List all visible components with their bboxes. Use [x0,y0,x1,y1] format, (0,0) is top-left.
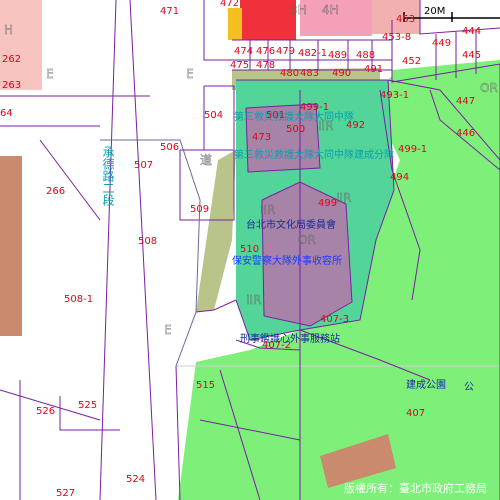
lot-510: 510 [240,244,259,255]
lot-263: 263 [2,80,21,91]
lot-483: 483 [300,68,319,79]
zone-4h: 4H [322,3,339,17]
lot-476: 476 [256,46,275,57]
lot-504: 504 [204,110,223,121]
lot-446: 446 [456,128,475,139]
label-police-corps: 保安警察大隊外事收容所 [232,254,342,267]
lot-453-8: 453-8 [382,32,411,43]
olive-zone-left [196,150,236,312]
lot-453: 453 [396,14,415,25]
lot-407-3: 407-3 [320,314,349,325]
lot-509: 509 [190,204,209,215]
lot-500: 500 [286,124,305,135]
lot-473: 473 [252,132,271,143]
zone-3h: 3H [290,3,307,17]
label-culture-committee: 台北市文化局委員會 [246,218,336,231]
lot-494: 494 [390,172,409,183]
zone-e-1: E [46,67,54,81]
zone-h: H [4,23,13,37]
zone-or-2: OR [480,81,498,95]
lot-482-1: 482-1 [298,48,327,59]
zone-e-2: E [164,323,172,337]
zone-e-3: E [186,67,194,81]
lot-507: 507 [134,160,153,171]
road-name: 承德路二段 [101,146,115,207]
lot-501: 501 [266,110,285,121]
lot-64: 64 [0,108,13,119]
lot-471: 471 [160,6,179,17]
lot-508-1: 508-1 [64,294,93,305]
lot-491: 491 [364,64,383,75]
label-park: 建成公園 [406,378,446,391]
lot-499-1-b: 499-1 [398,144,427,155]
label-brigade-1: 第三救災救護大隊大同中隊 [234,110,354,123]
label-park-tag: 公 [464,382,474,393]
lot-493-1: 493-1 [380,90,409,101]
lot-524: 524 [126,474,145,485]
lot-492: 492 [346,120,365,131]
lot-489: 489 [328,50,347,61]
map-svg[interactable]: 20M E E E IIR IIR IIR IIR OR OR 3H 4H H … [0,0,500,500]
scale-label: 20M [424,6,445,17]
zone-iir-4: IIR [336,191,351,205]
lot-262: 262 [2,54,21,65]
zone-iir-1: IIR [260,203,275,217]
lot-407: 407 [406,408,425,419]
road-zone-label: 道 [200,153,212,167]
copyright-credit: 版權所有：臺北市政府工務局 [344,481,487,495]
lot-445: 445 [462,50,481,61]
left-pink-block [0,0,42,90]
lot-499: 499 [318,198,337,209]
lot-527: 527 [56,488,75,499]
lot-480: 480 [280,68,299,79]
zone-iir-2: IIR [246,293,261,307]
lot-515: 515 [196,380,215,391]
lot-444: 444 [462,26,481,37]
lot-526: 526 [36,406,55,417]
lot-452: 452 [402,56,421,67]
lot-266: 266 [46,186,65,197]
lot-478: 478 [256,60,275,71]
lot-474: 474 [234,46,253,57]
lot-447: 447 [456,96,475,107]
top-red-block [240,0,296,40]
lot-472: 472 [220,0,239,9]
lot-449: 449 [432,38,451,49]
lot-475: 475 [230,60,249,71]
lot-490: 490 [332,68,351,79]
lot-506: 506 [160,142,179,153]
lot-508: 508 [138,236,157,247]
label-brigade-2: 第三救災救護大隊大同中隊建成分隊 [234,148,394,161]
top-yellow-block [228,8,242,40]
lot-488: 488 [356,50,375,61]
brown-building-left [0,156,22,336]
lot-407-2: 407-2 [262,340,291,351]
road-edge [100,139,201,367]
lot-499-1: 499-1 [300,102,329,113]
lot-479: 479 [276,46,295,57]
zone-or-1: OR [298,233,316,247]
map-canvas[interactable]: 20M E E E IIR IIR IIR IIR OR OR 3H 4H H … [0,0,500,500]
lot-525: 525 [78,400,97,411]
